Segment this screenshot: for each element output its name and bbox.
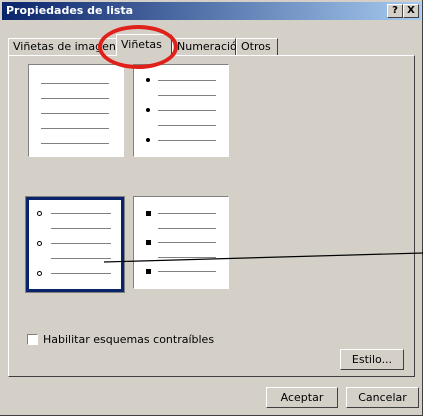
close-button[interactable]: X (403, 4, 419, 18)
sample-line (51, 258, 111, 259)
disc-bullet-icon (146, 138, 150, 142)
sample-line (41, 143, 109, 144)
sample-line (51, 273, 111, 274)
cancel-button-label: Cancelar (358, 391, 407, 404)
sample-line (158, 110, 216, 111)
bullet-style-square[interactable] (133, 196, 229, 289)
sample-line (41, 83, 109, 84)
disc-bullet-icon (146, 108, 150, 112)
sample-line (51, 243, 111, 244)
ok-button[interactable]: Aceptar (266, 387, 338, 408)
sample-line (41, 128, 109, 129)
help-button[interactable]: ? (387, 4, 403, 18)
square-bullet-icon (146, 211, 151, 216)
collapsible-outlines-label: Habilitar esquemas contraíbles (43, 333, 215, 346)
sample-line (158, 95, 216, 96)
help-icon: ? (392, 5, 398, 16)
pointer-line-annotation (104, 252, 423, 263)
sample-line (51, 213, 111, 214)
circle-bullet-icon (37, 211, 42, 216)
bullet-style-none[interactable] (28, 64, 124, 157)
highlight-circle-annotation (98, 25, 178, 69)
sample-line (158, 125, 216, 126)
circle-bullet-icon (37, 241, 42, 246)
sample-line (51, 228, 111, 229)
sample-line (158, 140, 216, 141)
checkbox-icon[interactable] (27, 334, 38, 345)
sample-line (41, 113, 109, 114)
dialog-title: Propiedades de lista (6, 4, 134, 17)
square-bullet-icon (146, 269, 151, 274)
style-button[interactable]: Estilo... (340, 349, 404, 370)
sample-line (158, 80, 216, 81)
sample-line (41, 98, 109, 99)
cancel-button[interactable]: Cancelar (346, 387, 419, 408)
close-icon: X (407, 5, 415, 16)
title-bar[interactable]: Propiedades de lista ? X (2, 2, 421, 20)
list-properties-dialog: Propiedades de lista ? X Viñetas de imag… (0, 0, 423, 416)
tab-label: Otros (241, 40, 271, 53)
style-button-label: Estilo... (351, 353, 393, 366)
disc-bullet-icon (146, 78, 150, 82)
bullet-style-disc[interactable] (133, 64, 229, 157)
square-bullet-icon (146, 240, 151, 245)
tab-numeracion[interactable]: Numeración (172, 38, 244, 55)
sample-line (158, 228, 216, 229)
bullet-style-circle[interactable] (25, 196, 125, 293)
tab-otros[interactable]: Otros (236, 38, 278, 55)
sample-line (158, 271, 216, 272)
tab-label: Numeración (177, 40, 244, 53)
sample-line (158, 242, 216, 243)
circle-bullet-icon (37, 271, 42, 276)
ok-button-label: Aceptar (280, 391, 324, 404)
sample-line (158, 213, 216, 214)
